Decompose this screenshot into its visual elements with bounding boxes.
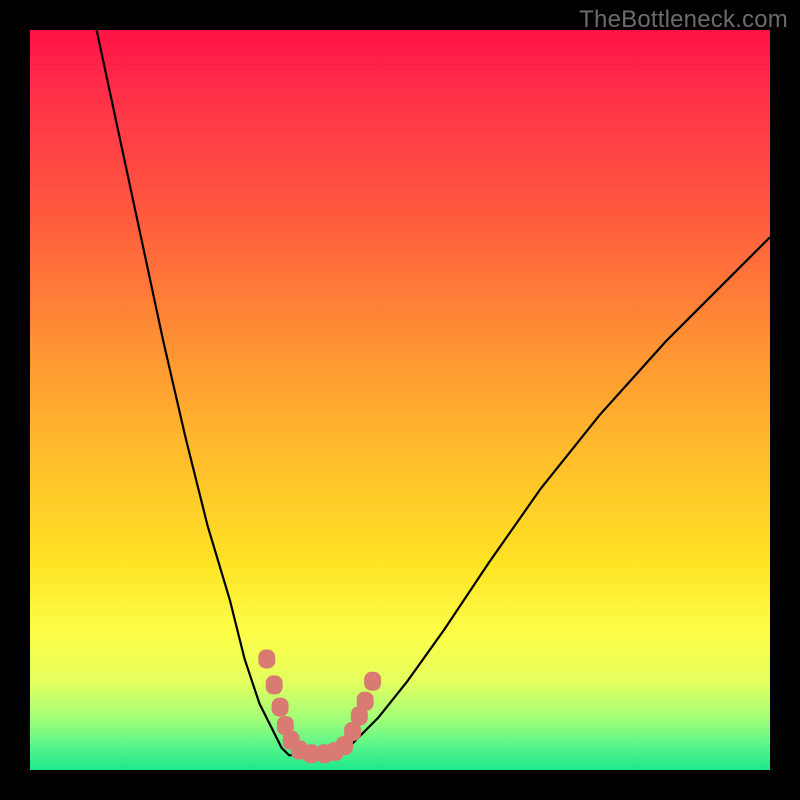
markers-group	[259, 650, 381, 763]
chart-frame: TheBottleneck.com	[0, 0, 800, 800]
watermark-text: TheBottleneck.com	[579, 6, 788, 34]
curve-marker	[259, 650, 275, 668]
curve-marker	[272, 698, 288, 716]
curve-marker	[266, 676, 282, 694]
chart-svg	[30, 30, 770, 770]
plot-area	[30, 30, 770, 770]
curve-marker	[365, 672, 381, 690]
curve-marker	[357, 692, 373, 710]
bottleneck-curve	[97, 30, 770, 755]
